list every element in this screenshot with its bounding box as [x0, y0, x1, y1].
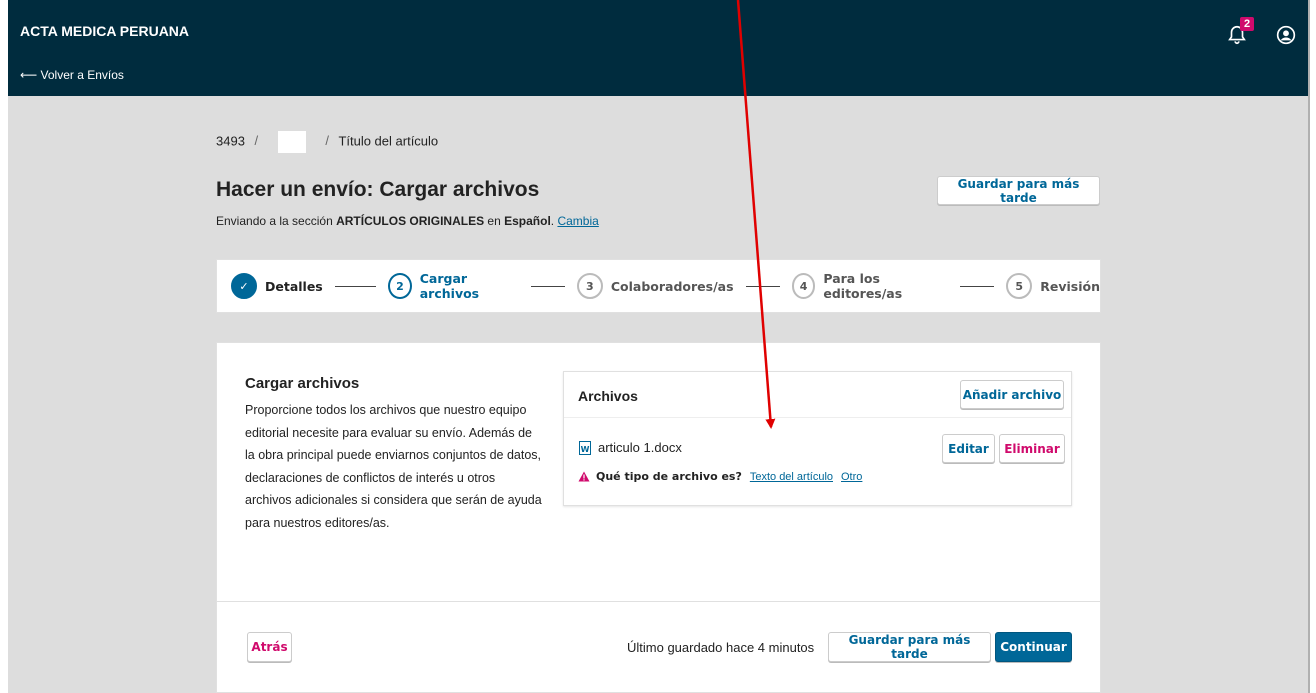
- warning-icon: [578, 471, 590, 482]
- file-type-article-text-link[interactable]: Texto del artículo: [750, 471, 833, 483]
- step-number: 4: [791, 273, 816, 299]
- step-label: Colaboradores/as: [610, 278, 734, 294]
- file-name[interactable]: articulo 1.docx: [598, 440, 682, 455]
- edit-file-button[interactable]: Editar: [942, 434, 995, 463]
- files-panel-title: Archivos: [578, 388, 638, 404]
- file-type-prompt: Qué tipo de archivo es? Texto del artícu…: [578, 470, 862, 483]
- breadcrumb-separator: /: [325, 133, 330, 149]
- section-info: Enviando a la sección ARTÍCULOS ORIGINAL…: [216, 214, 599, 228]
- subtitle-mid: en: [484, 214, 505, 228]
- file-type-other-link[interactable]: Otro: [841, 471, 862, 483]
- submission-language: Español: [504, 214, 551, 228]
- files-list-panel: Archivos Añadir archivo W articulo 1.doc…: [563, 371, 1072, 506]
- step-label: Cargar archivos: [419, 271, 480, 301]
- breadcrumb-submission-id[interactable]: 3493: [216, 133, 245, 148]
- step-label: Revisión: [1040, 278, 1100, 294]
- delete-file-button[interactable]: Eliminar: [999, 434, 1065, 463]
- file-type-question: Qué tipo de archivo es?: [596, 470, 742, 483]
- breadcrumb-article-title: Título del artículo: [338, 133, 439, 149]
- last-saved-status: Último guardado hace 4 minutos: [627, 640, 815, 655]
- step-number: 5: [1006, 273, 1033, 299]
- user-account-icon[interactable]: [1276, 25, 1296, 45]
- save-for-later-button[interactable]: Guardar para más tarde: [937, 176, 1100, 205]
- section-name: ARTÍCULOS ORIGINALES: [336, 214, 485, 228]
- step-connector: [334, 285, 377, 287]
- subtitle-prefix: Enviando a la sección: [216, 214, 337, 228]
- page-title: Hacer un envío: Cargar archivos: [216, 178, 540, 201]
- back-button[interactable]: Atrás: [247, 632, 292, 662]
- save-for-later-button-footer[interactable]: Guardar para más tarde: [828, 632, 991, 662]
- step-connector: [530, 285, 565, 287]
- step-connector: [960, 285, 995, 287]
- breadcrumb-separator: /: [254, 133, 259, 149]
- step-number: 2: [388, 273, 412, 299]
- change-section-link[interactable]: Cambia: [557, 214, 598, 228]
- word-document-icon: W: [579, 440, 591, 455]
- journal-brand[interactable]: ACTA MEDICA PERUANA: [20, 23, 189, 39]
- breadcrumb-redacted-author: [277, 131, 306, 153]
- notification-count-badge: 2: [1240, 17, 1255, 31]
- files-panel-header: Archivos Añadir archivo: [564, 372, 1071, 418]
- add-file-button[interactable]: Añadir archivo: [960, 380, 1064, 409]
- continue-button[interactable]: Continuar: [995, 632, 1072, 662]
- step-details[interactable]: ✓ Detalles: [231, 273, 323, 299]
- back-to-submissions-link[interactable]: ⟵ Volver a Envíos: [20, 68, 124, 82]
- app-frame: ACTA MEDICA PERUANA ⟵ Volver a Envíos 2 …: [8, 0, 1310, 693]
- svg-text:W: W: [581, 445, 590, 454]
- step-label: Para los editores/as: [823, 271, 903, 301]
- step-connector: [745, 285, 780, 287]
- step-review[interactable]: 5 Revisión: [1006, 273, 1100, 299]
- submission-steps: ✓ Detalles 2 Cargar archivos 3 Colaborad…: [216, 259, 1101, 313]
- step-contributors[interactable]: 3 Colaboradores/as: [576, 273, 734, 299]
- top-navigation-bar: ACTA MEDICA PERUANA ⟵ Volver a Envíos 2: [8, 0, 1308, 96]
- step-label: Detalles: [265, 278, 323, 294]
- step-for-editors[interactable]: 4 Para los editores/as: [791, 271, 948, 301]
- upload-files-panel: Cargar archivos Proporcione todos los ar…: [216, 342, 1101, 693]
- step-upload-files[interactable]: 2 Cargar archivos: [388, 271, 519, 301]
- check-icon: ✓: [231, 273, 257, 299]
- panel-footer: Atrás Último guardado hace 4 minutos Gua…: [217, 601, 1100, 693]
- file-item: W articulo 1.docx: [578, 440, 682, 455]
- breadcrumb: 3493 / / Título del artículo: [216, 131, 438, 153]
- upload-section-description: Proporcione todos los archivos que nuest…: [245, 403, 542, 530]
- step-number: 3: [576, 273, 603, 299]
- upload-section-title: Cargar archivos: [245, 375, 360, 392]
